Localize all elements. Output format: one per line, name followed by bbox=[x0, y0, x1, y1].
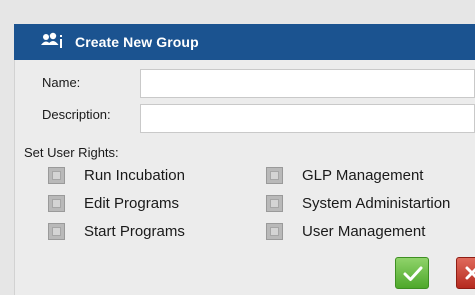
users-icon bbox=[40, 32, 64, 50]
edit-programs-checkbox[interactable] bbox=[48, 195, 65, 212]
confirm-button[interactable] bbox=[395, 257, 429, 289]
system-administration-label: System Administartion bbox=[302, 195, 451, 212]
user-management-label: User Management bbox=[302, 223, 426, 240]
name-field[interactable] bbox=[140, 69, 475, 98]
glp-management-label: GLP Management bbox=[302, 167, 424, 184]
glp-management-checkbox[interactable] bbox=[266, 167, 283, 184]
user-management-checkbox[interactable] bbox=[266, 223, 283, 240]
set-user-rights-label: Set User Rights: bbox=[24, 145, 119, 160]
edit-programs-label: Edit Programs bbox=[84, 195, 180, 212]
description-label: Description: bbox=[42, 107, 111, 122]
close-icon bbox=[465, 266, 475, 280]
name-label: Name: bbox=[42, 75, 81, 90]
start-programs-checkbox[interactable] bbox=[48, 223, 65, 240]
system-administration-checkbox[interactable] bbox=[266, 195, 283, 212]
checkmark-icon bbox=[403, 266, 423, 281]
start-programs-label: Start Programs bbox=[84, 223, 185, 240]
dialog-title: Create New Group bbox=[75, 34, 199, 50]
cancel-button[interactable] bbox=[456, 257, 475, 289]
run-incubation-label: Run Incubation bbox=[84, 167, 185, 184]
dialog-title-bar: Create New Group bbox=[14, 24, 475, 60]
description-field[interactable] bbox=[140, 104, 475, 133]
run-incubation-checkbox[interactable] bbox=[48, 167, 65, 184]
create-group-dialog: Create New Group Name: Description: Set … bbox=[0, 0, 475, 295]
